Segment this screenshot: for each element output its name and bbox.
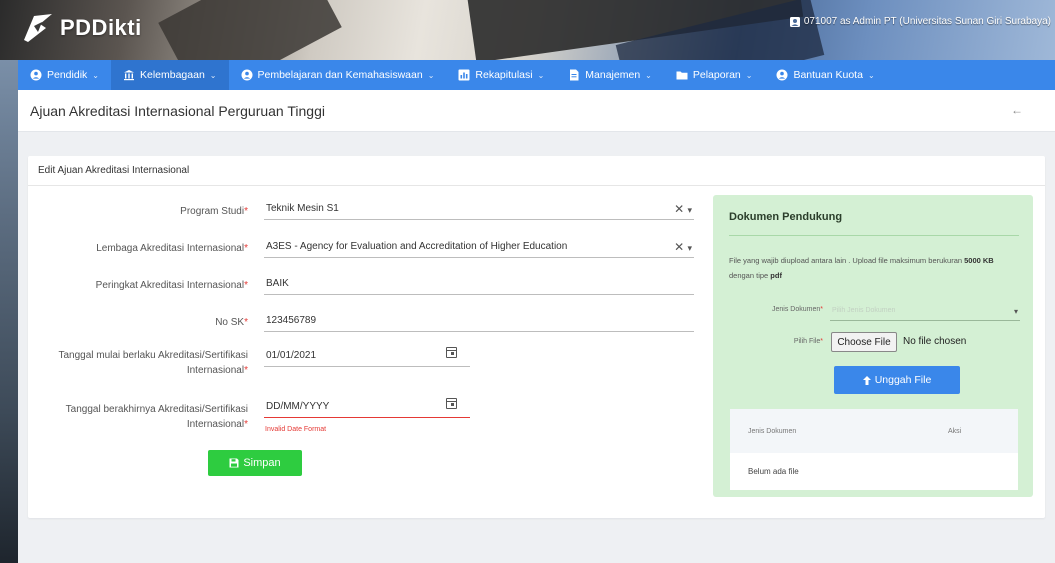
nav-label: Rekapitulasi	[475, 69, 533, 81]
chevron-down-icon[interactable]: ▾	[687, 243, 692, 253]
no-sk-input[interactable]: 123456789	[264, 310, 694, 332]
tgl-mulai-value: 01/01/2021	[266, 350, 317, 361]
program-studi-value: Teknik Mesin S1	[266, 203, 339, 214]
chevron-down-icon: ⌄	[92, 70, 99, 80]
nav-label: Pendidik	[47, 69, 88, 81]
column-aksi: Aksi	[948, 427, 962, 435]
nav-label: Manajemen	[585, 69, 641, 81]
table-empty-row: Belum ada file	[730, 453, 1018, 490]
chevron-down-icon: ⌄	[867, 70, 875, 80]
save-button[interactable]: Simpan	[208, 450, 302, 476]
select-controls: ✕ ▾	[674, 198, 692, 221]
nav-item-manajemen[interactable]: Manajemen ⌄	[556, 60, 664, 90]
user-label: 071007 as Admin PT (Universitas Sunan Gi…	[803, 16, 1051, 27]
folder-icon	[676, 71, 688, 80]
user-circle-icon	[241, 69, 252, 81]
user-icon	[789, 16, 800, 27]
date-error-text: Invalid Date Format	[265, 426, 327, 433]
background-strip	[0, 60, 18, 563]
lembaga-select[interactable]: A3ES - Agency for Evaluation and Accredi…	[264, 236, 694, 258]
lembaga-label: Lembaga Akreditasi Internasional*	[96, 243, 248, 254]
no-sk-label: No SK*	[215, 317, 248, 328]
lembaga-value: A3ES - Agency for Evaluation and Accredi…	[266, 241, 568, 252]
doc-panel-title: Dokumen Pendukung	[729, 211, 843, 223]
tgl-akhir-value: DD/MM/YYYY	[266, 401, 330, 412]
app-logo[interactable]: PDDikti	[20, 10, 142, 46]
nav-label: Pembelajaran dan Kemahasiswaan	[257, 69, 423, 81]
user-info[interactable]: 071007 as Admin PT (Universitas Sunan Gi…	[789, 16, 1051, 27]
table-header: Jenis Dokumen Aksi	[730, 409, 1018, 453]
nav-item-pembelajaran[interactable]: Pembelajaran dan Kemahasiswaan ⌄	[229, 60, 447, 90]
institution-icon	[123, 70, 134, 81]
nav-item-kelembagaan[interactable]: Kelembagaan ⌄	[110, 60, 229, 90]
peringkat-value: BAIK	[266, 278, 289, 289]
nav-item-pendidik[interactable]: Pendidik ⌄	[18, 60, 111, 90]
save-icon	[229, 458, 239, 468]
arrow-left-icon[interactable]: ←	[1011, 103, 1023, 117]
pilih-file-label: Pilih File*	[793, 338, 823, 345]
dokumen-pendukung-panel: Dokumen Pendukung File yang wajib diuplo…	[713, 195, 1033, 497]
file-status: No file chosen	[903, 336, 967, 347]
save-label: Simpan	[243, 457, 281, 469]
empty-message: Belum ada file	[748, 467, 799, 476]
header-banner: PDDikti 071007 as Admin PT (Universitas …	[0, 0, 1055, 60]
nav-label: Kelembagaan	[139, 69, 205, 81]
divider	[729, 235, 1019, 236]
jenis-dokumen-select[interactable]: Pilih Jenis Dokumen ▾	[830, 303, 1020, 321]
page-title: Ajuan Akreditasi Internasional Perguruan…	[30, 102, 325, 119]
app-logo-text: PDDikti	[60, 15, 142, 40]
chevron-down-icon: ⌄	[537, 70, 545, 80]
calendar-icon[interactable]	[446, 398, 457, 409]
jenis-dokumen-label: Jenis Dokumen*	[772, 306, 823, 313]
tgl-akhir-label: Tanggal berakhirnya Akreditasi/Sertifika…	[65, 404, 248, 430]
nav-item-pelaporan[interactable]: Pelaporan ⌄	[664, 60, 765, 90]
column-jenis-dokumen: Jenis Dokumen	[748, 427, 797, 435]
chevron-down-icon: ▾	[1013, 307, 1018, 316]
nav-label: Pelaporan	[692, 69, 741, 81]
jenis-dokumen-placeholder: Pilih Jenis Dokumen	[832, 307, 896, 314]
chevron-down-icon: ⌄	[427, 70, 435, 80]
nav-label: Bantuan Kuota	[793, 69, 863, 81]
chevron-down-icon[interactable]: ▾	[687, 205, 692, 215]
page-title-bar: Ajuan Akreditasi Internasional Perguruan…	[18, 90, 1055, 132]
form-header: Edit Ajuan Akreditasi Internasional	[28, 156, 1045, 186]
chevron-down-icon: ⌄	[745, 70, 753, 80]
user-circle-icon	[30, 69, 42, 81]
calendar-icon[interactable]	[446, 347, 457, 358]
program-studi-label: Program Studi*	[180, 206, 248, 217]
program-studi-select[interactable]: Teknik Mesin S1 ✕ ▾	[264, 198, 694, 220]
tgl-akhir-input[interactable]: DD/MM/YYYY	[264, 396, 470, 418]
upload-button[interactable]: Unggah File	[834, 366, 960, 394]
tgl-mulai-label: Tanggal mulai berlaku Akreditasi/Sertifi…	[58, 350, 248, 376]
clear-icon[interactable]: ✕	[674, 202, 684, 216]
doc-description: File yang wajib diupload antara lain . U…	[729, 256, 994, 280]
document-icon	[570, 69, 579, 81]
clear-icon[interactable]: ✕	[674, 240, 684, 254]
banner-decoration	[158, 0, 342, 60]
document-table: Jenis Dokumen Aksi Belum ada file	[730, 409, 1018, 490]
peringkat-label: Peringkat Akreditasi Internasional*	[95, 280, 248, 291]
nav-item-rekapitulasi[interactable]: Rekapitulasi ⌄	[446, 60, 556, 90]
select-controls: ✕ ▾	[674, 236, 692, 259]
user-circle-icon	[776, 69, 788, 81]
chevron-down-icon: ⌄	[209, 70, 217, 80]
no-sk-value: 123456789	[266, 315, 317, 326]
upload-icon	[862, 375, 871, 385]
chevron-down-icon: ⌄	[645, 70, 652, 80]
main-nav: Pendidik ⌄ Kelembagaan ⌄ Pembelajaran da…	[18, 60, 1055, 90]
chart-icon	[458, 69, 470, 81]
choose-file-button[interactable]: Choose File	[831, 332, 897, 352]
nav-item-bantuan-kuota[interactable]: Bantuan Kuota ⌄	[764, 60, 886, 90]
peringkat-input[interactable]: BAIK	[264, 273, 694, 295]
upload-label: Unggah File	[874, 374, 932, 386]
pddikti-logo-icon	[20, 10, 56, 46]
tgl-mulai-input[interactable]: 01/01/2021	[264, 345, 470, 367]
